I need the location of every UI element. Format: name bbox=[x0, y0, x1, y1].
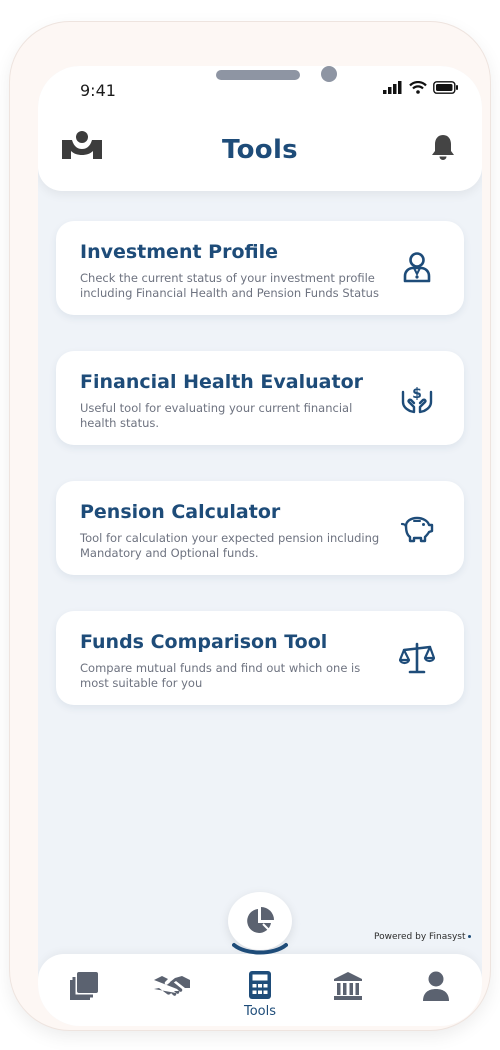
svg-text:$: $ bbox=[412, 386, 422, 402]
bottom-navigation: Tools bbox=[38, 954, 482, 1026]
status-time: 9:41 bbox=[80, 81, 116, 100]
brand-dot bbox=[467, 935, 471, 938]
handshake-icon bbox=[154, 976, 190, 996]
card-title: Funds Comparison Tool bbox=[80, 631, 328, 653]
card-description: Check the current status of your investm… bbox=[80, 271, 379, 300]
app-header: 9:41 Tools bbox=[38, 66, 482, 191]
signal-icon bbox=[383, 80, 402, 94]
pie-chart-icon bbox=[247, 907, 274, 933]
hands-dollar-icon: $ bbox=[401, 386, 433, 414]
tool-card-financial-health[interactable]: Financial Health Evaluator Useful tool f… bbox=[56, 351, 464, 445]
nav-item-bank[interactable] bbox=[328, 970, 368, 1010]
card-description: Useful tool for evaluating your current … bbox=[80, 401, 353, 430]
card-title: Financial Health Evaluator bbox=[80, 371, 363, 393]
battery-icon bbox=[433, 80, 458, 94]
notch-speaker bbox=[216, 70, 300, 80]
user-icon bbox=[423, 971, 449, 1001]
phone-frame: 9:41 Tools Investment Profile Check the … bbox=[10, 22, 490, 1030]
card-title: Pension Calculator bbox=[80, 501, 281, 523]
nav-item-cards[interactable] bbox=[64, 970, 104, 1010]
investor-profile-icon bbox=[403, 252, 431, 283]
notch-camera bbox=[321, 66, 337, 82]
nav-item-profile[interactable] bbox=[416, 970, 456, 1010]
powered-by: Powered by Finasyst bbox=[374, 932, 471, 942]
balance-scale-icon bbox=[399, 642, 435, 674]
card-description: Compare mutual funds and find out which … bbox=[80, 661, 361, 690]
bell-icon[interactable] bbox=[428, 132, 458, 166]
app-screen: 9:41 Tools Investment Profile Check the … bbox=[38, 66, 482, 1026]
page-title: Tools bbox=[222, 135, 298, 165]
powered-by-text: Powered by Finasyst bbox=[374, 932, 466, 942]
tool-card-investment-profile[interactable]: Investment Profile Check the current sta… bbox=[56, 221, 464, 315]
bank-icon bbox=[334, 972, 362, 1000]
calculator-icon bbox=[249, 971, 271, 999]
wifi-icon bbox=[409, 80, 427, 94]
active-tab-indicator bbox=[232, 943, 288, 955]
tool-card-funds-comparison[interactable]: Funds Comparison Tool Compare mutual fun… bbox=[56, 611, 464, 705]
nav-label-tools[interactable]: Tools bbox=[228, 1004, 292, 1019]
status-icons bbox=[383, 80, 459, 94]
cards-icon bbox=[70, 972, 98, 1000]
tool-card-pension-calculator[interactable]: Pension Calculator Tool for calculation … bbox=[56, 481, 464, 575]
piggy-bank-icon bbox=[400, 516, 434, 543]
card-description: Tool for calculation your expected pensi… bbox=[80, 531, 380, 560]
card-title: Investment Profile bbox=[80, 241, 278, 263]
nav-item-deals[interactable] bbox=[152, 970, 192, 1010]
